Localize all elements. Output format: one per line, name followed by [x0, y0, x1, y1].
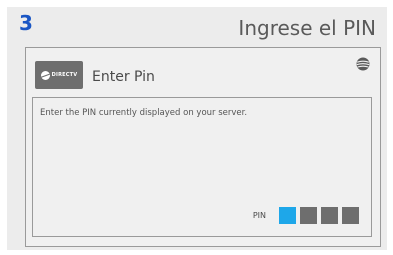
pin-instructions-text: Enter the PIN currently displayed on you…	[40, 108, 248, 118]
pin-label: PIN	[252, 211, 266, 220]
dialog-body: Enter the PIN currently displayed on you…	[32, 97, 372, 237]
tutorial-frame: 3 Ingrese el PIN DIRECTV Enter Pin Enter…	[7, 7, 387, 250]
pin-digit-box-2[interactable]	[300, 207, 317, 224]
step-number: 3	[19, 11, 33, 35]
dialog-header: DIRECTV Enter Pin	[26, 48, 380, 94]
directv-logo-icon: DIRECTV	[35, 61, 83, 89]
directv-wordmark: DIRECTV	[51, 72, 78, 78]
pin-digit-box-1[interactable]	[279, 207, 296, 224]
pin-entry-row: PIN	[253, 207, 359, 224]
pin-digit-box-4[interactable]	[342, 207, 359, 224]
att-globe-icon	[356, 57, 370, 71]
directv-mark-icon	[40, 70, 50, 80]
dialog-title: Enter Pin	[92, 69, 155, 85]
step-instruction: Ingrese el PIN	[238, 16, 376, 40]
enter-pin-dialog: DIRECTV Enter Pin Enter the PIN currentl…	[25, 47, 381, 247]
pin-digit-box-3[interactable]	[321, 207, 338, 224]
